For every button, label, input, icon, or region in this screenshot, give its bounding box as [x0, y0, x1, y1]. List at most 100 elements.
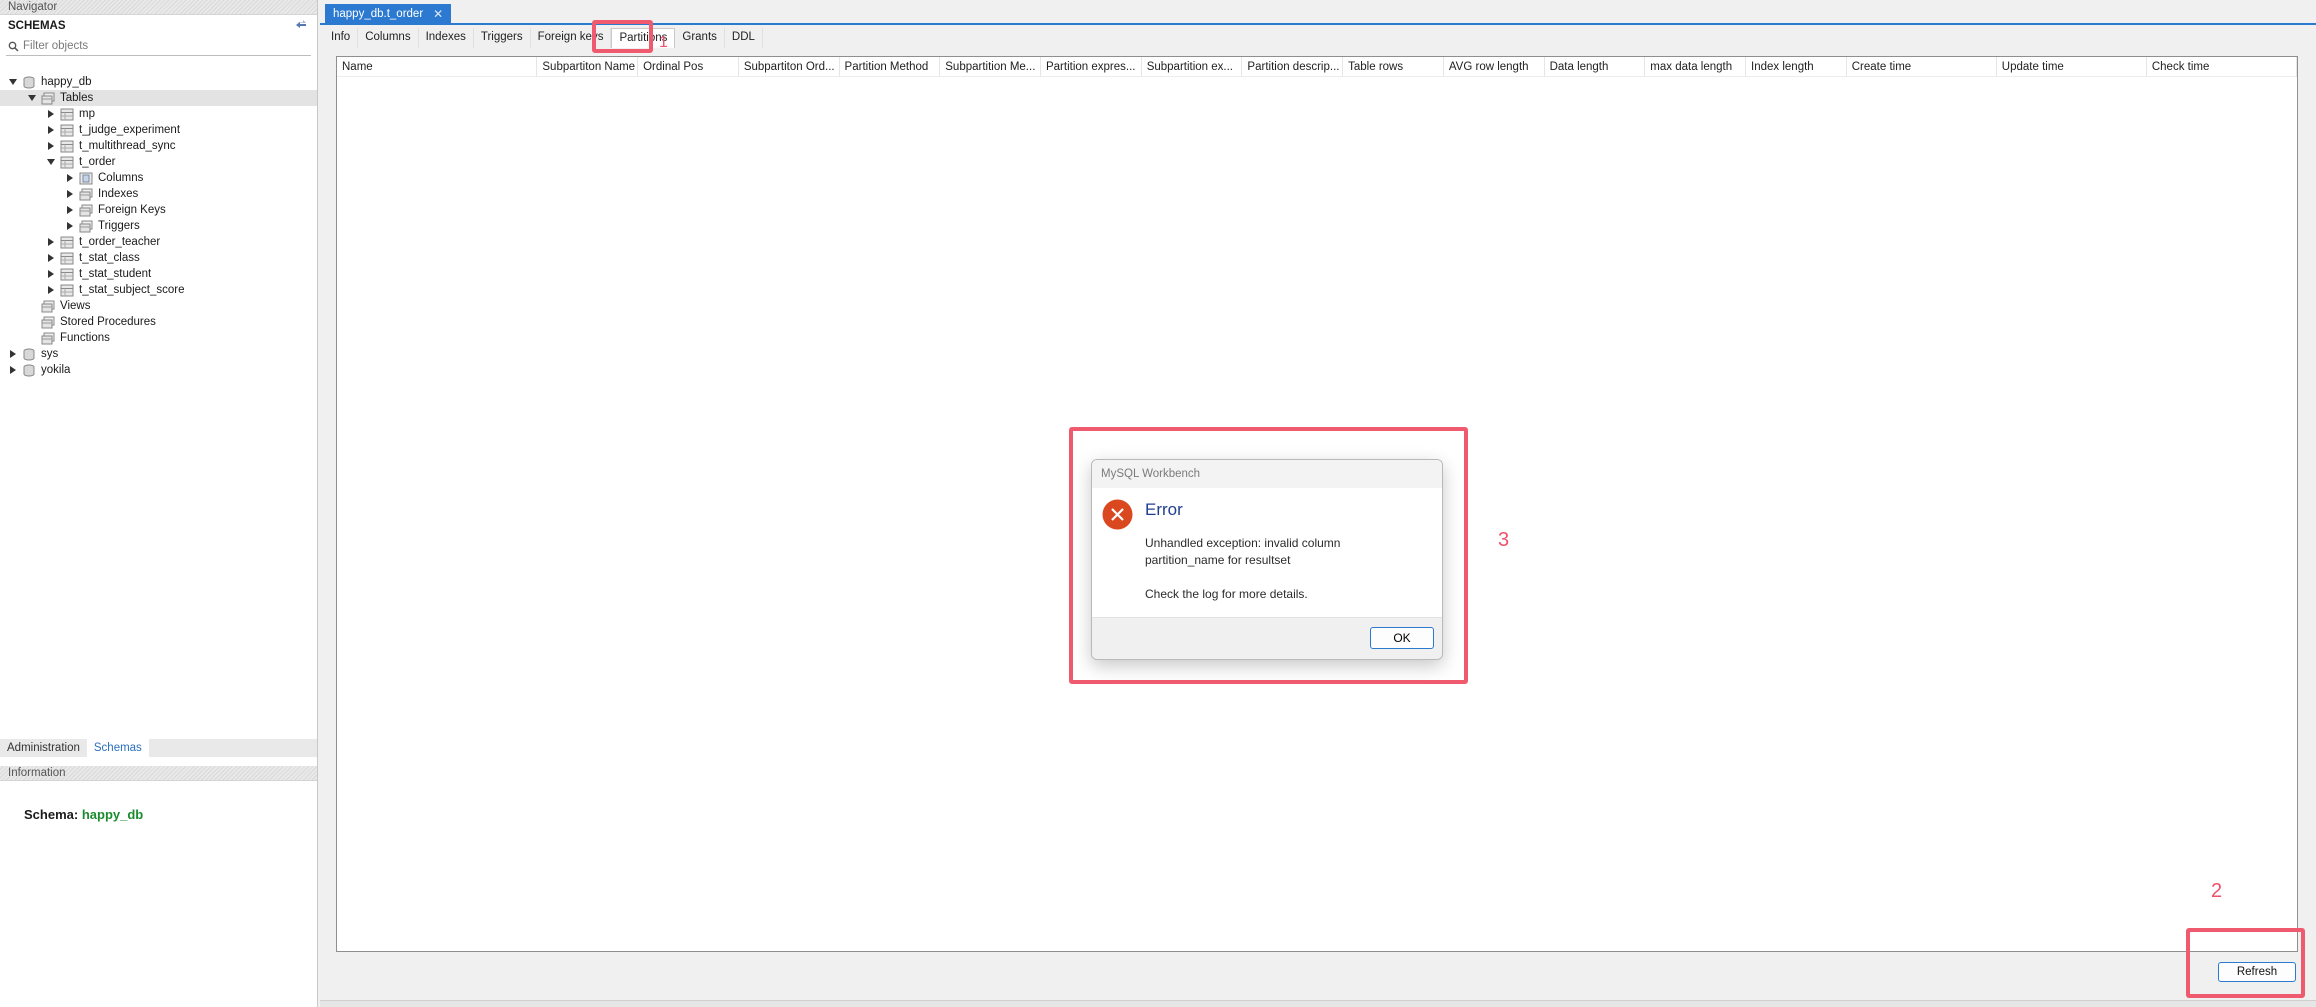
annotation-label-1: 1	[659, 34, 668, 51]
column-header[interactable]: Table rows	[1343, 57, 1444, 77]
expand-arrow-icon[interactable]	[8, 349, 18, 359]
search-icon	[8, 41, 19, 52]
column-header[interactable]: Partition expres...	[1041, 57, 1142, 77]
expand-arrow-icon[interactable]	[65, 189, 75, 199]
tree-node-label: mp	[79, 108, 95, 120]
expand-arrow-icon[interactable]	[46, 141, 56, 151]
tree-node-mp[interactable]: mp	[0, 106, 317, 122]
document-tab-label: happy_db.t_order	[333, 7, 424, 20]
annotation-label-3: 3	[1498, 529, 1510, 551]
folder-tables-icon	[41, 92, 55, 105]
tree-node-label: Foreign Keys	[98, 204, 166, 216]
folder-icon	[41, 316, 55, 329]
tab-info[interactable]: Info	[324, 28, 359, 48]
information-header: Information	[0, 766, 317, 781]
expand-arrow-icon[interactable]	[46, 109, 56, 119]
column-header[interactable]: Index length	[1746, 57, 1847, 77]
column-header[interactable]: Create time	[1847, 57, 1997, 77]
collapse-arrow-icon[interactable]	[46, 157, 56, 167]
tree-node-happy-db[interactable]: happy_db	[0, 74, 317, 90]
column-header[interactable]: Ordinal Pos	[638, 57, 739, 77]
tree-node-triggers[interactable]: Triggers	[0, 218, 317, 234]
tree-node-foreign-keys[interactable]: Foreign Keys	[0, 202, 317, 218]
column-header[interactable]: AVG row length	[1444, 57, 1545, 77]
tree-node-label: Tables	[60, 92, 94, 104]
close-icon[interactable]: ✕	[433, 7, 443, 21]
tree-node-label: Columns	[98, 172, 144, 184]
tree-node-t-order-teacher[interactable]: t_order_teacher	[0, 234, 317, 250]
expand-arrow-icon[interactable]	[46, 125, 56, 135]
column-header[interactable]: Subpartiton Ord...	[739, 57, 840, 77]
tree-node-label: Stored Procedures	[60, 316, 156, 328]
tree-node-functions[interactable]: Functions	[0, 330, 317, 346]
tree-node-label: t_multithread_sync	[79, 140, 176, 152]
column-header[interactable]: Update time	[1997, 57, 2147, 77]
navigator-header: Navigator	[0, 0, 317, 15]
tree-node-label: Views	[60, 300, 91, 312]
tree-node-views[interactable]: Views	[0, 298, 317, 314]
column-header[interactable]: Partition Method	[840, 57, 941, 77]
annotation-box-1	[592, 20, 653, 53]
tree-node-label: yokila	[41, 364, 71, 376]
tab-grants[interactable]: Grants	[675, 28, 725, 48]
refresh-schemas-icon[interactable]	[295, 19, 307, 33]
expand-arrow-icon[interactable]	[46, 269, 56, 279]
table-icon	[60, 124, 74, 137]
tree-node-t-stat-student[interactable]: t_stat_student	[0, 266, 317, 282]
column-header[interactable]: Data length	[1545, 57, 1646, 77]
grid-header: Name Subpartiton Name Ordinal Pos Subpartit…	[337, 57, 2297, 77]
tree-node-t-judge-experiment[interactable]: t_judge_experiment	[0, 122, 317, 138]
expand-arrow-icon[interactable]	[65, 205, 75, 215]
schema-info-label: Schema:	[24, 807, 79, 822]
tree-node-tables[interactable]: Tables	[0, 90, 317, 106]
database-icon	[22, 76, 36, 89]
tab-schemas[interactable]: Schemas	[86, 739, 149, 757]
column-header[interactable]: Name	[337, 57, 538, 77]
annotation-label-2: 2	[2211, 880, 2223, 902]
tree-node-t-order[interactable]: t_order	[0, 154, 317, 170]
tree-node-label: Indexes	[98, 188, 139, 200]
expand-arrow-icon[interactable]	[8, 365, 18, 375]
expand-arrow-icon[interactable]	[65, 221, 75, 231]
column-header[interactable]: Check time	[2147, 57, 2297, 77]
tree-node-t-stat-class[interactable]: t_stat_class	[0, 250, 317, 266]
expand-arrow-icon[interactable]	[46, 285, 56, 295]
tree-node-stored-procedures[interactable]: Stored Procedures	[0, 314, 317, 330]
column-header[interactable]: Subpartition Me...	[940, 57, 1041, 77]
status-strip	[320, 1000, 2316, 1007]
tab-administration[interactable]: Administration	[0, 739, 87, 757]
expand-arrow-icon[interactable]	[46, 237, 56, 247]
folder-icon	[41, 300, 55, 313]
collapse-arrow-icon[interactable]	[27, 93, 37, 103]
tree-node-label: t_judge_experiment	[79, 124, 181, 136]
schema-info-value: happy_db	[81, 807, 144, 822]
tab-indexes[interactable]: Indexes	[419, 28, 474, 48]
expand-arrow-icon[interactable]	[65, 173, 75, 183]
filter-objects-input[interactable]	[23, 40, 293, 52]
database-icon	[22, 348, 36, 361]
filter-box	[6, 37, 311, 56]
tree-node-label: t_order_teacher	[79, 236, 161, 248]
expand-arrow-icon[interactable]	[46, 253, 56, 263]
tree-node-label: t_stat_class	[79, 252, 140, 264]
column-header[interactable]: Subpartiton Name	[537, 57, 639, 77]
tree-node-t-multithread-sync[interactable]: t_multithread_sync	[0, 138, 317, 154]
document-tab[interactable]: happy_db.t_order ✕	[325, 4, 452, 23]
tab-columns[interactable]: Columns	[358, 28, 419, 48]
tab-triggers[interactable]: Triggers	[474, 28, 531, 48]
tree-node-label: t_stat_student	[79, 268, 152, 280]
tree-node-sys[interactable]: sys	[0, 346, 317, 362]
columns-icon	[79, 172, 93, 185]
tree-node-columns[interactable]: Columns	[0, 170, 317, 186]
tree-node-indexes[interactable]: Indexes	[0, 186, 317, 202]
schemas-label: SCHEMAS	[8, 20, 66, 32]
tree-node-yokila[interactable]: yokila	[0, 362, 317, 378]
column-header[interactable]: Subpartition ex...	[1142, 57, 1243, 77]
tree-node-t-stat-subject-score[interactable]: t_stat_subject_score	[0, 282, 317, 298]
column-header[interactable]: max data length	[1645, 57, 1747, 77]
annotation-box-2	[2186, 928, 2305, 998]
tree-node-label: t_order	[79, 156, 116, 168]
collapse-arrow-icon[interactable]	[8, 77, 18, 87]
column-header[interactable]: Partition descrip...	[1242, 57, 1344, 77]
tab-ddl[interactable]: DDL	[725, 28, 763, 48]
